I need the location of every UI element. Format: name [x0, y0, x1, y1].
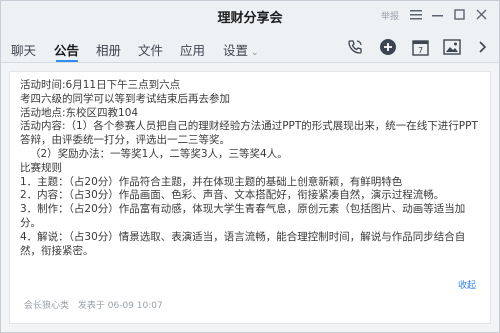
- announcement-panel: 活动时间:6月11日下午三点到六点 考四六级的同学可以等到考试结束后再去参加 活…: [9, 71, 491, 324]
- announcement-line: 活动内容:（1）各个参赛人员把自己的理财经验方法通过PPT的形式展现出来，统一在…: [20, 120, 478, 147]
- menu-icon[interactable]: [405, 5, 427, 25]
- title-bar: 理财分享会 举报: [1, 1, 499, 31]
- tab-settings-label: 设置: [223, 43, 249, 58]
- tab-bar: 聊天 公告 相册 文件 应用 设置 ⌄ 7: [1, 31, 499, 63]
- report-label[interactable]: 举报: [381, 9, 399, 22]
- close-icon[interactable]: [471, 5, 493, 25]
- tab-chat[interactable]: 聊天: [11, 40, 36, 59]
- svg-text:7: 7: [417, 46, 422, 55]
- minimize-icon[interactable]: [427, 5, 449, 25]
- group-window: 理财分享会 举报 聊天 公告 相册 文件 应用 设置 ⌄ 7 活动时间:6月11…: [0, 0, 500, 333]
- announcement-line: 活动地点:东校区四教104: [20, 106, 139, 119]
- tab-apps[interactable]: 应用: [180, 40, 205, 59]
- announcement-line: 活动时间:6月11日下午三点到六点: [20, 79, 181, 91]
- post-time: 发表于 06-09 10:07: [77, 301, 163, 311]
- chevron-down-icon: ⌄: [251, 48, 259, 58]
- image-icon[interactable]: [442, 38, 462, 56]
- collapse-link[interactable]: 收起: [458, 278, 476, 291]
- announcement-line: 4．解说：（占30分）情景选取、表演适当，语言流畅，能合理控制时间，解说与作品同…: [20, 230, 466, 257]
- tab-album[interactable]: 相册: [96, 40, 121, 59]
- author-name[interactable]: 会长狼心类: [24, 301, 69, 311]
- window-controls: 举报: [381, 5, 493, 25]
- phone-icon[interactable]: [345, 38, 365, 56]
- announcement-line: 3．制作：（占20分）作品富有动感，体现大学生青春气息，原创元素（包括图片、动画…: [20, 203, 466, 229]
- announcement-line: （2）奖励办法：一等奖1人，二等奖3人，三等奖4人。: [30, 147, 288, 160]
- tab-files[interactable]: 文件: [138, 40, 163, 59]
- announcement-line: 1．主题：（占20分）作品符合主题，并在体现主题的基础上创意新颖，有鲜明特色: [20, 175, 403, 188]
- active-tab-indicator: [56, 60, 78, 62]
- more-icon[interactable]: [473, 38, 493, 56]
- announcement-line: 考四六级的同学可以等到考试结束后再去参加: [20, 92, 230, 105]
- announcement-body: 活动时间:6月11日下午三点到六点 考四六级的同学可以等到考试结束后再去参加 活…: [20, 79, 482, 258]
- tab-announcement[interactable]: 公告: [54, 40, 79, 59]
- calendar-icon[interactable]: 7: [410, 38, 430, 56]
- announcement-line: 2．内容：（占30分）作品画面、色彩、声音、文本搭配好，衔接紧凑自然，演示过程流…: [20, 189, 445, 202]
- announcement-line: 比赛规则: [20, 161, 62, 174]
- add-icon[interactable]: [378, 38, 398, 56]
- maximize-icon[interactable]: [449, 5, 471, 25]
- post-meta: 会长狼心类 发表于 06-09 10:07: [24, 298, 169, 311]
- tab-settings[interactable]: 设置 ⌄: [223, 40, 259, 59]
